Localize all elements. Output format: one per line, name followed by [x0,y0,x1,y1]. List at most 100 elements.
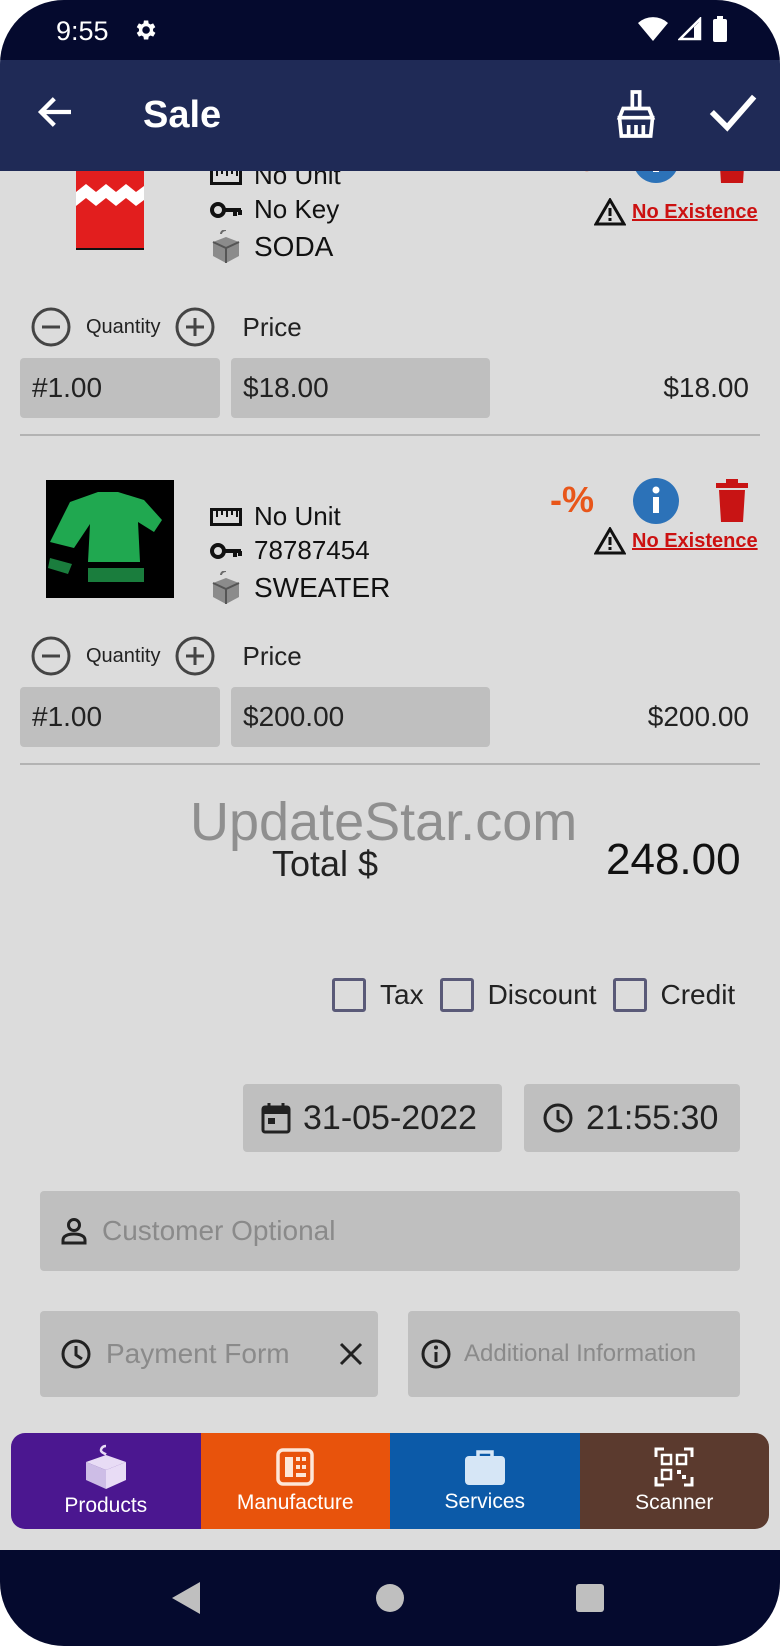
discount-button[interactable]: -% [550,479,594,521]
info-outline-icon [421,1339,451,1369]
package-icon [212,571,240,604]
nav-back-icon[interactable] [170,1580,202,1616]
wifi-icon [638,17,668,41]
key-label: 78787454 [254,535,370,565]
price-field[interactable]: $18.00 [231,358,490,418]
payment-form-field[interactable]: Payment Form [40,1311,378,1397]
discount-label[interactable]: Discount [488,979,597,1011]
person-icon [61,1218,87,1245]
settings-gear-icon [136,20,156,40]
category-label: SODA [254,231,334,262]
unit-label: No Unit [254,501,341,531]
unit-row: No Unit [210,171,341,191]
minus-circle-icon[interactable] [30,306,72,348]
app-bar: Sale [0,60,780,171]
customer-field[interactable]: Customer Optional [40,1191,740,1271]
date-picker[interactable]: 31-05-2022 [243,1084,502,1152]
tab-products-label[interactable]: Products [64,1494,147,1518]
discount-checkbox[interactable] [439,978,474,1012]
time-value[interactable]: 21:55:30 [586,1099,718,1138]
additional-info-field[interactable]: Additional Information [408,1311,740,1397]
no-existence-warning[interactable]: No Existence [594,527,758,555]
unit-row: No Unit [210,501,341,532]
product-row: No Unit 78787454 SWEATER -% No Existence… [0,471,780,771]
credit-checkbox[interactable] [612,978,647,1012]
tab-services[interactable]: Services [390,1433,580,1529]
battery-icon [713,16,727,42]
category-row: SODA [210,230,333,264]
payment-placeholder[interactable]: Payment Form [106,1338,290,1370]
trash-icon[interactable] [714,171,750,184]
total-value: 248.00 [606,835,741,884]
quantity-label: Quantity [86,315,161,338]
quantity-field[interactable]: #1.00 [20,358,220,418]
ruler-icon [210,171,242,185]
date-value[interactable]: 31-05-2022 [303,1099,477,1138]
tax-checkbox[interactable] [332,978,366,1012]
tab-services-label[interactable]: Services [444,1490,525,1514]
info-icon[interactable] [632,477,680,525]
clock-icon [61,1339,91,1369]
status-time: 9:55 [56,16,109,46]
tab-scanner-label[interactable]: Scanner [635,1491,713,1515]
nav-recents-icon[interactable] [575,1583,605,1613]
warning-triangle-icon [594,527,626,555]
price-value[interactable]: $200.00 [243,701,344,733]
tab-products[interactable]: Products [11,1433,201,1529]
line-total: $18.00 [663,372,749,403]
confirm-check-icon[interactable] [708,90,758,134]
watermark: UpdateStar.com [190,792,578,852]
warning-text[interactable]: No Existence [632,530,758,553]
tab-manufacture-label[interactable]: Manufacture [237,1491,354,1515]
nav-home-icon[interactable] [374,1582,406,1614]
tab-scanner[interactable]: Scanner [579,1433,769,1529]
system-icons [638,16,728,42]
quantity-value[interactable]: #1.00 [32,372,102,404]
price-value[interactable]: $18.00 [243,372,329,404]
credit-label[interactable]: Credit [661,979,736,1011]
customer-placeholder[interactable]: Customer Optional [102,1215,335,1247]
soda-thumbnail [76,171,144,250]
minus-circle-icon[interactable] [30,635,72,677]
clock-icon [543,1103,573,1133]
clear-x-icon[interactable] [338,1341,364,1367]
sale-content: No Unit No Key SODA -% [0,171,780,1433]
status-bar: 9:55 [0,0,780,60]
key-icon [210,542,242,559]
page-title: Sale [143,94,222,136]
additional-placeholder[interactable]: Additional Information [464,1340,696,1368]
price-field[interactable]: $200.00 [231,687,490,747]
manufacture-icon [276,1448,314,1486]
info-icon[interactable] [632,171,680,184]
quantity-value[interactable]: #1.00 [32,701,102,733]
back-arrow-icon[interactable] [36,92,76,132]
discount-button[interactable]: -% [550,171,594,180]
tab-manufacture[interactable]: Manufacture [200,1433,390,1529]
tax-label[interactable]: Tax [380,979,424,1011]
total-label: Total $ [272,843,379,884]
time-picker[interactable]: 21:55:30 [524,1084,740,1152]
key-icon [210,201,242,218]
product-row: No Unit No Key SODA -% [0,171,780,442]
key-row: No Key [210,194,339,225]
ruler-icon [210,507,242,526]
sweater-thumbnail [46,480,174,598]
plus-circle-icon[interactable] [174,306,216,348]
quantity-price-labels: Quantity Price [30,635,302,677]
warning-text[interactable]: No Existence [632,201,758,224]
unit-label: No Unit [254,171,341,190]
package-icon [85,1444,126,1489]
warning-triangle-icon [594,198,626,226]
plus-circle-icon[interactable] [174,635,216,677]
package-icon [212,230,240,263]
calendar-icon [261,1103,291,1134]
trash-icon[interactable] [714,479,750,523]
no-existence-warning[interactable]: No Existence [594,198,758,226]
system-nav-bar [0,1550,780,1646]
clear-broom-icon[interactable] [614,90,658,138]
quantity-field[interactable]: #1.00 [20,687,220,747]
category-label: SWEATER [254,572,391,603]
line-total: $200.00 [647,701,749,732]
price-label: Price [242,311,302,342]
phone-screen: 9:55 Sale No Unit No Key SODA No Existen… [0,0,780,1646]
